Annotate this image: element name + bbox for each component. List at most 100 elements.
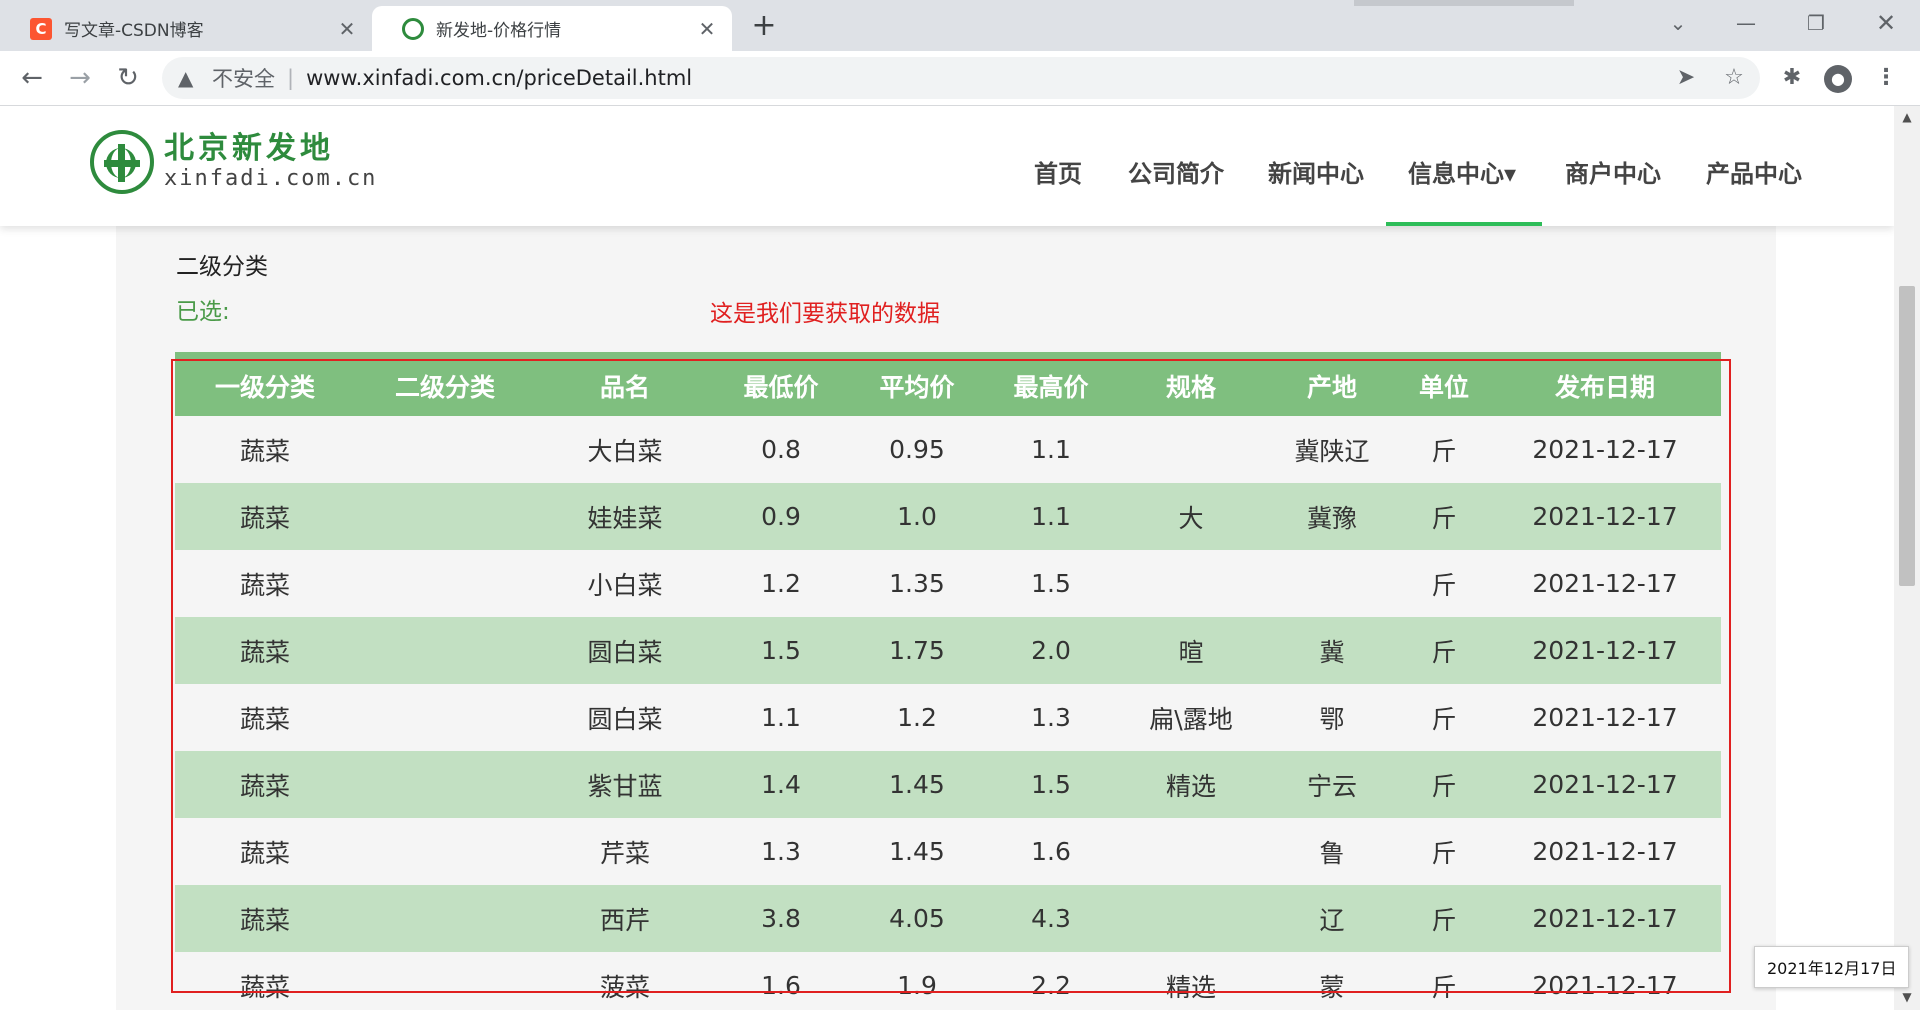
cell-min-price: 0.8 xyxy=(761,435,801,464)
restore-icon[interactable]: ❐ xyxy=(1786,6,1846,40)
cell-min-price: 1.6 xyxy=(761,971,801,1000)
site-logo[interactable]: 北京新发地 xinfadi.com.cn xyxy=(90,130,377,194)
cell-max-price: 2.2 xyxy=(1031,971,1071,1000)
nav-home[interactable]: 首页 xyxy=(1034,154,1082,189)
page-scrollbar[interactable]: ▲ ▼ xyxy=(1894,106,1920,1010)
forward-arrow-icon[interactable]: → xyxy=(62,60,98,96)
cell-date: 2021-12-17 xyxy=(1532,971,1678,1000)
site-header: 北京新发地 xinfadi.com.cn 首页 公司简介 新闻中心 信息中心▾ … xyxy=(0,106,1894,226)
cell-product-name: 小白菜 xyxy=(587,570,663,600)
cell-spec xyxy=(1116,550,1266,617)
cell-min-price: 1.3 xyxy=(761,837,801,866)
tab-close-icon[interactable]: ✕ xyxy=(332,17,362,41)
nav-about[interactable]: 公司简介 xyxy=(1128,154,1224,189)
header-secondary-category: 二级分类 xyxy=(394,373,495,402)
cell-min-price: 0.9 xyxy=(761,502,801,531)
cell-product-name: 紫甘蓝 xyxy=(587,771,663,801)
cell-primary-category: 蔬菜 xyxy=(239,838,290,868)
cell-min-price: 1.1 xyxy=(761,703,801,732)
cell-date: 2021-12-17 xyxy=(1532,703,1678,732)
cell-avg-price: 1.75 xyxy=(889,636,945,665)
scroll-up-arrow-icon[interactable]: ▲ xyxy=(1894,110,1920,124)
table-row: 蔬菜 紫甘蓝 1.4 1.45 1.5 精选 宁云斤 2021-12-17 xyxy=(175,751,1721,818)
tab-close-icon[interactable]: ✕ xyxy=(692,17,722,41)
nav-info-center[interactable]: 信息中心▾ xyxy=(1408,154,1516,189)
nav-products[interactable]: 产品中心 xyxy=(1706,154,1802,189)
annotation-text: 这是我们要获取的数据 xyxy=(710,301,940,327)
xinfadi-favicon-icon xyxy=(402,17,424,40)
nav-news[interactable]: 新闻中心 xyxy=(1268,154,1364,189)
tab-title: 写文章-CSDN博客 xyxy=(64,21,204,41)
address-bar[interactable]: ▲ 不安全 | www.xinfadi.com.cn/priceDetail.h… xyxy=(162,57,1760,99)
cell-unit: 斤 xyxy=(1431,838,1457,868)
cell-primary-category: 蔬菜 xyxy=(239,503,290,533)
cell-secondary-category xyxy=(370,617,520,684)
nav-merchants[interactable]: 商户中心 xyxy=(1565,154,1661,189)
bookmark-star-icon[interactable]: ☆ xyxy=(1714,59,1754,97)
table-row: 蔬菜 大白菜 0.8 0.95 1.1 冀陕辽斤 2021-12-17 xyxy=(175,416,1721,483)
selected-label: 已选: xyxy=(176,299,230,325)
cell-avg-price: 1.45 xyxy=(889,837,945,866)
cell-spec xyxy=(1116,885,1266,952)
header-min-price: 最低价 xyxy=(743,373,819,402)
cell-product-name: 大白菜 xyxy=(587,436,663,466)
cell-unit: 斤 xyxy=(1431,704,1457,734)
cell-secondary-category xyxy=(370,416,520,483)
window-close-icon[interactable]: ✕ xyxy=(1856,6,1916,40)
cell-avg-price: 1.45 xyxy=(889,770,945,799)
cell-unit: 斤 xyxy=(1431,637,1457,667)
cell-date: 2021-12-17 xyxy=(1532,502,1678,531)
cell-date: 2021-12-17 xyxy=(1532,837,1678,866)
tab-csdn[interactable]: C 写文章-CSDN博客 ✕ xyxy=(0,6,372,51)
warning-triangle-icon[interactable]: ▲ xyxy=(178,66,204,90)
cell-primary-category: 蔬菜 xyxy=(239,637,290,667)
table-row: 蔬菜 菠菜 1.6 1.9 2.2 精选蒙斤 2021-12-17 xyxy=(175,952,1721,1010)
reload-icon[interactable]: ↻ xyxy=(110,60,146,96)
back-arrow-icon[interactable]: ← xyxy=(14,60,50,96)
cell-date: 2021-12-17 xyxy=(1532,904,1678,933)
tab-search-chevron-icon[interactable]: ⌄ xyxy=(1648,6,1708,40)
cell-unit: 斤 xyxy=(1431,570,1457,600)
scrollbar-thumb[interactable] xyxy=(1899,286,1915,586)
cell-max-price: 1.1 xyxy=(1031,435,1071,464)
profile-avatar-icon[interactable]: ● xyxy=(1818,60,1858,96)
url-text[interactable]: www.xinfadi.com.cn/priceDetail.html xyxy=(306,66,692,90)
cell-product-name: 菠菜 xyxy=(599,972,650,1002)
table-row: 蔬菜 芹菜 1.3 1.45 1.6 鲁斤 2021-12-17 xyxy=(175,818,1721,885)
logo-domain: xinfadi.com.cn xyxy=(164,166,378,191)
subcategory-label: 二级分类 xyxy=(176,254,268,280)
cell-max-price: 1.5 xyxy=(1031,569,1071,598)
table-row: 蔬菜 圆白菜 1.5 1.75 2.0 暄冀斤 2021-12-17 xyxy=(175,617,1721,684)
send-icon[interactable]: ➤ xyxy=(1666,59,1706,97)
header-unit: 单位 xyxy=(1418,373,1469,402)
cell-spec: 精选 xyxy=(1165,771,1216,801)
header-spec: 规格 xyxy=(1165,373,1216,402)
web-page: 北京新发地 xinfadi.com.cn 首页 公司简介 新闻中心 信息中心▾ … xyxy=(0,106,1894,1010)
cell-unit: 斤 xyxy=(1431,436,1457,466)
cell-secondary-category xyxy=(370,483,520,550)
date-tooltip: 2021年12月17日 xyxy=(1754,946,1910,988)
minimize-icon[interactable]: — xyxy=(1716,6,1776,40)
tab-strip-shade xyxy=(1354,0,1574,6)
cell-secondary-category xyxy=(370,885,520,952)
table-row: 蔬菜 小白菜 1.2 1.35 1.5 斤 2021-12-17 xyxy=(175,550,1721,617)
extensions-puzzle-icon[interactable]: ✱ xyxy=(1772,60,1812,96)
new-tab-plus-icon[interactable]: + xyxy=(748,8,780,44)
header-date: 发布日期 xyxy=(1554,373,1655,402)
cell-min-price: 1.2 xyxy=(761,569,801,598)
cell-secondary-category xyxy=(370,751,520,818)
table-row: 蔬菜 圆白菜 1.1 1.2 1.3 扁\露地鄂斤 2021-12-17 xyxy=(175,684,1721,751)
security-label[interactable]: 不安全 xyxy=(212,63,275,93)
cell-avg-price: 4.05 xyxy=(889,904,945,933)
tab-title: 新发地-价格行情 xyxy=(436,21,562,41)
cell-unit: 斤 xyxy=(1431,972,1457,1002)
tab-xinfadi[interactable]: 新发地-价格行情 ✕ xyxy=(372,6,732,51)
header-primary-category: 一级分类 xyxy=(214,373,315,402)
cell-unit: 斤 xyxy=(1431,503,1457,533)
cell-min-price: 3.8 xyxy=(761,904,801,933)
cell-secondary-category xyxy=(370,818,520,885)
scroll-down-arrow-icon[interactable]: ▼ xyxy=(1894,990,1920,1004)
logo-cn-name: 北京新发地 xyxy=(164,131,334,166)
logo-text: 北京新发地 xinfadi.com.cn xyxy=(164,132,377,192)
more-menu-icon[interactable]: ⋮ xyxy=(1866,60,1906,96)
